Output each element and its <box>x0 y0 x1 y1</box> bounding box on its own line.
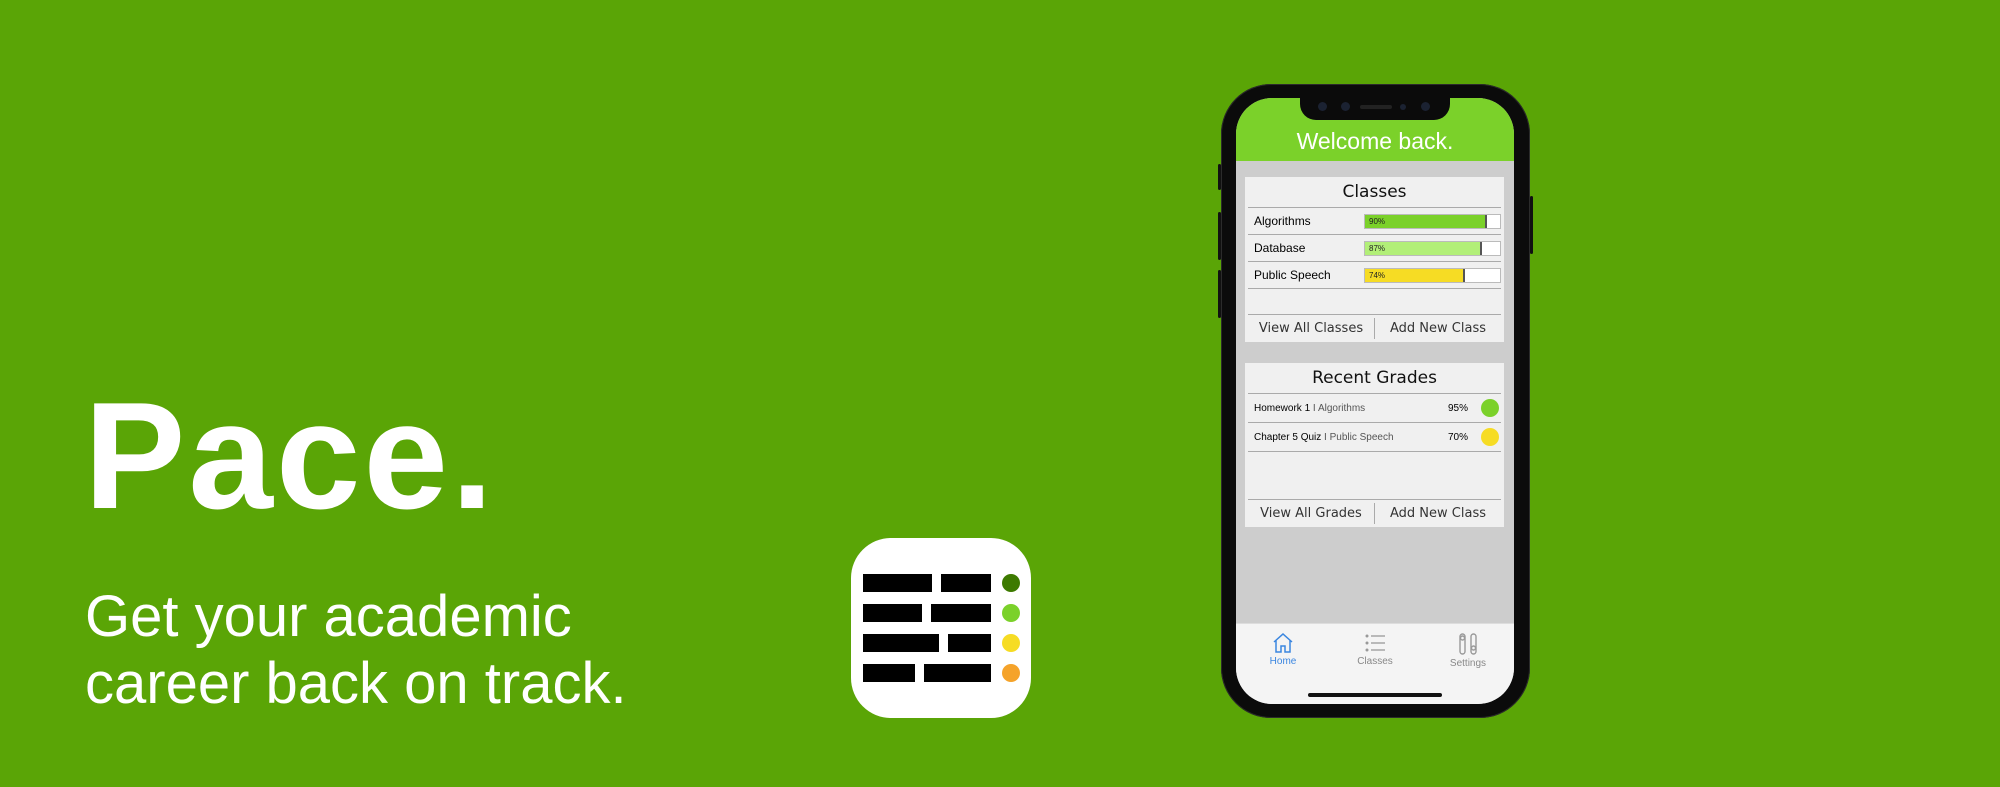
grade-separator: I <box>1312 403 1316 414</box>
icon-bar <box>924 664 991 682</box>
grade-separator: I <box>1324 432 1327 443</box>
hero-tagline: Get your academic career back on track. <box>85 583 627 717</box>
tab-classes[interactable]: Classes <box>1340 632 1410 667</box>
assignment-name: Chapter 5 Quiz <box>1254 432 1322 443</box>
classes-card-actions: View All Classes Add New Class <box>1248 314 1501 342</box>
icon-bar <box>863 574 932 592</box>
hero-title: Pace. <box>84 371 497 541</box>
camera-icon <box>1341 102 1350 111</box>
silent-switch <box>1218 164 1221 190</box>
icon-bar <box>931 604 991 622</box>
icon-bar <box>941 574 991 592</box>
tab-bar: Home Classes Settings <box>1236 623 1514 704</box>
view-all-grades-button[interactable]: View All Grades <box>1248 500 1374 527</box>
class-row[interactable]: Public Speech 74% <box>1248 262 1501 289</box>
grade-row[interactable]: Chapter 5 Quiz I Public Speech 70% <box>1248 423 1501 452</box>
tab-home-label: Home <box>1269 656 1297 667</box>
sensor-icon <box>1400 104 1406 110</box>
speaker-grille <box>1360 105 1392 109</box>
class-progress-bar: 90% <box>1364 214 1501 229</box>
grade-class-name: Public Speech <box>1329 432 1394 443</box>
icon-dot-3 <box>1002 634 1020 652</box>
class-name: Public Speech <box>1254 268 1331 282</box>
class-progress-bar: 74% <box>1364 268 1501 283</box>
grade-status-dot <box>1481 399 1499 417</box>
app-screen: Welcome back. Classes Algorithms 90% Datab… <box>1236 98 1514 704</box>
phone-notch <box>1300 96 1450 120</box>
view-all-classes-button[interactable]: View All Classes <box>1248 315 1374 342</box>
recent-grades-card: Recent Grades Homework 1 I Algorithms 95%… <box>1245 363 1504 527</box>
add-new-class-button-2[interactable]: Add New Class <box>1375 500 1501 527</box>
pace-app-icon <box>851 538 1031 718</box>
classes-card: Classes Algorithms 90% Database 87% Public S… <box>1245 177 1504 342</box>
camera-icon <box>1421 102 1430 111</box>
tagline-line-1: Get your academic <box>85 584 572 649</box>
volume-down-button <box>1218 270 1221 318</box>
icon-bar <box>863 604 922 622</box>
header-title: Welcome back. <box>1296 128 1454 154</box>
tab-settings[interactable]: Settings <box>1433 632 1503 669</box>
class-row[interactable]: Database 87% <box>1248 235 1501 262</box>
power-button <box>1530 196 1533 254</box>
camera-icon <box>1318 102 1327 111</box>
tab-home[interactable]: Home <box>1248 632 1318 667</box>
phone-mockup: Welcome back. Classes Algorithms 90% Datab… <box>1218 84 1533 718</box>
class-name: Algorithms <box>1254 214 1311 228</box>
grades-card-actions: View All Grades Add New Class <box>1248 499 1501 527</box>
class-progress-bar: 87% <box>1364 241 1501 256</box>
grade-label: Homework 1 I Algorithms <box>1254 403 1365 414</box>
tab-classes-label: Classes <box>1357 656 1393 667</box>
recent-grades-card-title: Recent Grades <box>1248 363 1501 394</box>
icon-bar <box>863 634 939 652</box>
settings-icon <box>1459 633 1477 655</box>
list-icon <box>1365 634 1385 652</box>
icon-bar <box>863 664 915 682</box>
class-row[interactable]: Algorithms 90% <box>1248 208 1501 235</box>
grade-row[interactable]: Homework 1 I Algorithms 95% <box>1248 394 1501 423</box>
add-new-class-button[interactable]: Add New Class <box>1375 315 1501 342</box>
classes-card-title: Classes <box>1248 177 1501 208</box>
tab-settings-label: Settings <box>1449 658 1487 669</box>
icon-dot-4 <box>1002 664 1020 682</box>
icon-dot-2 <box>1002 604 1020 622</box>
grade-class-name: Algorithms <box>1317 403 1366 414</box>
icon-dot-1 <box>1002 574 1020 592</box>
home-icon <box>1273 632 1293 653</box>
tagline-line-2: career back on track. <box>85 651 627 716</box>
class-percent: 90% <box>1369 217 1386 226</box>
grade-percent: 70% <box>1448 432 1469 443</box>
grade-status-dot <box>1481 428 1499 446</box>
home-indicator <box>1308 693 1442 697</box>
class-percent: 87% <box>1369 244 1386 253</box>
grade-percent: 95% <box>1448 403 1469 414</box>
grade-label: Chapter 5 Quiz I Public Speech <box>1254 432 1394 443</box>
volume-up-button <box>1218 212 1221 260</box>
class-percent: 74% <box>1369 271 1386 280</box>
icon-bar <box>948 634 991 652</box>
assignment-name: Homework 1 <box>1254 403 1311 414</box>
class-name: Database <box>1254 241 1306 255</box>
